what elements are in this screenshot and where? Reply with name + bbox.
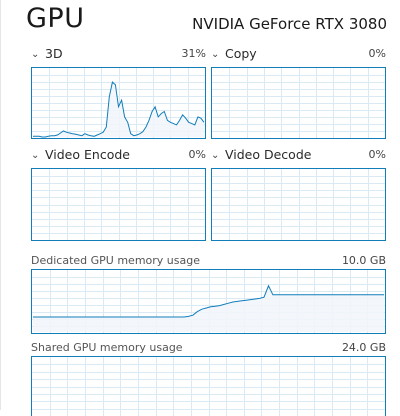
engine-copy-header[interactable]: ⌄ Copy 0% [211, 46, 386, 62]
engine-video-decode-graph [211, 168, 386, 241]
chevron-down-icon[interactable]: ⌄ [31, 49, 41, 60]
window-left-edge [0, 0, 1, 410]
chevron-down-icon[interactable]: ⌄ [211, 150, 221, 161]
dedicated-memory-value: 10.0 GB [341, 254, 386, 267]
engine-video-encode-header[interactable]: ⌄ Video Encode 0% [31, 147, 206, 163]
engine-3d-header[interactable]: ⌄ 3D 31% [31, 46, 206, 62]
engine-percent: 0% [368, 148, 386, 161]
engine-label: Copy [225, 46, 257, 61]
engine-label: Video Encode [45, 147, 130, 162]
graph-svg [32, 169, 205, 240]
engine-video-decode-header[interactable]: ⌄ Video Decode 0% [211, 147, 386, 163]
graph-svg [32, 68, 205, 138]
chevron-down-icon[interactable]: ⌄ [31, 150, 41, 161]
engine-label: 3D [45, 46, 63, 61]
shared-memory-value: 24.0 GB [341, 341, 386, 354]
engine-3d-graph [31, 67, 206, 139]
shared-memory-label: Shared GPU memory usage [31, 341, 183, 354]
engine-percent: 0% [188, 148, 206, 161]
dedicated-memory-header: Dedicated GPU memory usage 10.0 GB [31, 254, 386, 268]
shared-memory-header: Shared GPU memory usage 24.0 GB [31, 341, 386, 355]
engine-percent: 31% [181, 47, 206, 60]
chevron-down-icon[interactable]: ⌄ [211, 49, 221, 60]
graph-svg [212, 169, 385, 240]
dedicated-memory-graph [31, 269, 386, 334]
dedicated-memory-label: Dedicated GPU memory usage [31, 254, 200, 267]
usage-area [33, 82, 204, 137]
graph-svg [212, 68, 385, 138]
engine-percent: 0% [368, 47, 386, 60]
page-title: GPU [26, 3, 85, 34]
graph-svg [32, 357, 385, 416]
graph-svg [32, 270, 385, 333]
engine-video-encode-graph [31, 168, 206, 241]
engine-label: Video Decode [225, 147, 312, 162]
gpu-device-name: NVIDIA GeForce RTX 3080 [192, 15, 387, 33]
shared-memory-graph [31, 356, 386, 416]
engine-copy-graph [211, 67, 386, 139]
